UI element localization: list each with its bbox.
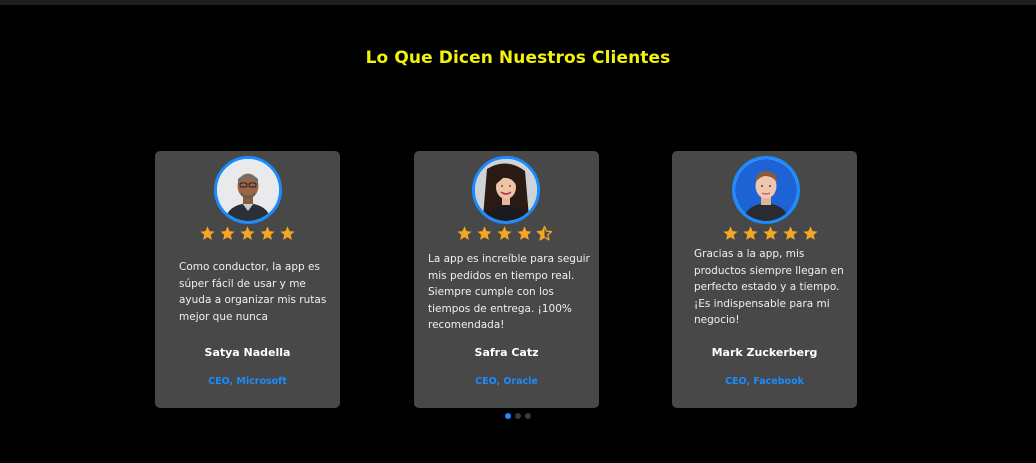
- star-icon: [763, 226, 778, 240]
- avatar: [732, 156, 800, 224]
- customer-role: CEO, Facebook: [725, 376, 804, 387]
- carousel-dot[interactable]: [505, 413, 511, 419]
- testimonial-card: La app es increíble para seguir mis pedi…: [414, 151, 599, 408]
- avatar: [214, 156, 282, 224]
- carousel-dot[interactable]: [515, 413, 521, 419]
- star-icon: [200, 226, 215, 240]
- customer-role: CEO, Oracle: [475, 376, 538, 387]
- star-icon: [240, 226, 255, 240]
- portrait-photo: [735, 159, 797, 221]
- section-title: Lo Que Dicen Nuestros Clientes: [365, 48, 671, 68]
- customer-name: Safra Catz: [474, 346, 539, 359]
- star-icon: [743, 226, 758, 240]
- star-icon: [803, 226, 818, 240]
- avatar: [472, 156, 540, 224]
- testimonial-card: Gracias a la app, mis productos siempre …: [672, 151, 857, 408]
- carousel-dot[interactable]: [525, 413, 531, 419]
- star-icon: [477, 226, 492, 240]
- star-icon: [220, 226, 235, 240]
- carousel-dots: [505, 404, 535, 419]
- star-icon: [457, 226, 472, 240]
- star-icon: [497, 226, 512, 240]
- customer-role: CEO, Microsoft: [208, 376, 287, 387]
- star-icon: [260, 226, 275, 240]
- star-icon: [723, 226, 738, 240]
- star-half-icon: [536, 225, 553, 241]
- portrait-photo: [217, 159, 279, 221]
- top-bar: [0, 0, 1036, 5]
- portrait-photo: [475, 159, 537, 221]
- star-icon: [783, 226, 798, 240]
- testimonial-quote: La app es increíble para seguir mis pedi…: [428, 253, 590, 331]
- testimonial-card: Como conductor, la app es súper fácil de…: [155, 151, 340, 408]
- customer-name: Mark Zuckerberg: [711, 346, 818, 359]
- rating-stars: [155, 225, 340, 243]
- testimonial-quote: Gracias a la app, mis productos siempre …: [694, 248, 844, 326]
- rating-stars: [412, 225, 597, 243]
- star-icon: [280, 226, 295, 240]
- star-icon: [517, 226, 532, 240]
- customer-name: Satya Nadella: [204, 346, 291, 359]
- rating-stars: [678, 225, 863, 243]
- testimonial-quote: Como conductor, la app es súper fácil de…: [179, 261, 327, 323]
